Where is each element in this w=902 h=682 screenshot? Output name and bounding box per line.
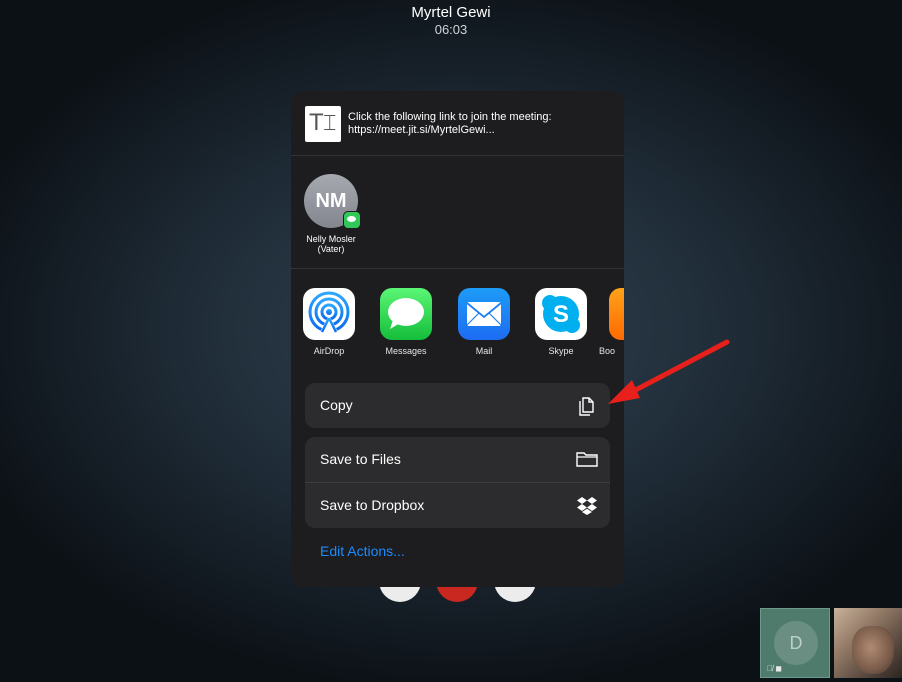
mail-icon	[458, 288, 510, 340]
call-header: Myrtel Gewi 06:03	[0, 4, 902, 38]
share-apps-row: AirDrop Messages Mail S Skype Boo	[291, 269, 624, 373]
dropbox-icon	[576, 494, 598, 516]
contact-name: Nelly Mosler (Vater)	[306, 234, 356, 254]
copy-icon	[576, 394, 598, 416]
caller-name: Myrtel Gewi	[411, 4, 491, 21]
self-view-tile[interactable]	[834, 608, 902, 678]
app-label: AirDrop	[313, 346, 345, 356]
text-document-icon: T⌶	[305, 106, 341, 142]
call-timer: 06:03	[434, 22, 468, 37]
app-messages[interactable]: Messages	[374, 288, 438, 357]
self-view-video	[852, 626, 894, 674]
books-icon	[609, 288, 624, 340]
participant-avatar: D	[774, 621, 818, 665]
app-airdrop[interactable]: AirDrop	[297, 288, 361, 357]
share-preview: T⌶ Click the following link to join the …	[291, 91, 624, 156]
save-to-files-label: Save to Files	[320, 451, 401, 467]
save-to-dropbox-label: Save to Dropbox	[320, 497, 425, 513]
app-books[interactable]: Boo	[597, 288, 624, 357]
participant-tile[interactable]: D 🎙̸ ◼	[760, 608, 830, 678]
save-action-group: Save to Files Save to Dropbox	[305, 437, 610, 528]
edit-actions-link[interactable]: Edit Actions...	[320, 543, 405, 559]
app-label: Mail	[475, 346, 493, 356]
svg-text:S: S	[553, 301, 569, 328]
app-mail[interactable]: Mail	[452, 288, 516, 357]
copy-label: Copy	[320, 397, 353, 413]
suggested-contacts: NM Nelly Mosler (Vater)	[291, 156, 624, 269]
save-to-dropbox-action[interactable]: Save to Dropbox	[305, 483, 610, 528]
skype-icon: S	[535, 288, 587, 340]
messages-icon	[380, 288, 432, 340]
share-sheet: T⌶ Click the following link to join the …	[291, 91, 624, 587]
save-to-files-action[interactable]: Save to Files	[305, 437, 610, 482]
airdrop-icon	[303, 288, 355, 340]
app-label: Boo	[599, 346, 616, 356]
copy-action[interactable]: Copy	[305, 383, 610, 428]
video-call-screen: Myrtel Gewi 06:03 D 🎙̸ ◼ T⌶ Click the fo…	[0, 0, 902, 682]
app-label: Messages	[385, 346, 427, 356]
app-skype[interactable]: S Skype	[529, 288, 593, 357]
copy-action-group: Copy	[305, 383, 610, 428]
share-message-text: Click the following link to join the mee…	[348, 111, 552, 136]
muted-icon: 🎙̸ ◼	[767, 664, 782, 673]
messages-badge-icon	[343, 211, 361, 229]
app-label: Skype	[548, 346, 574, 356]
folder-icon	[576, 448, 598, 470]
